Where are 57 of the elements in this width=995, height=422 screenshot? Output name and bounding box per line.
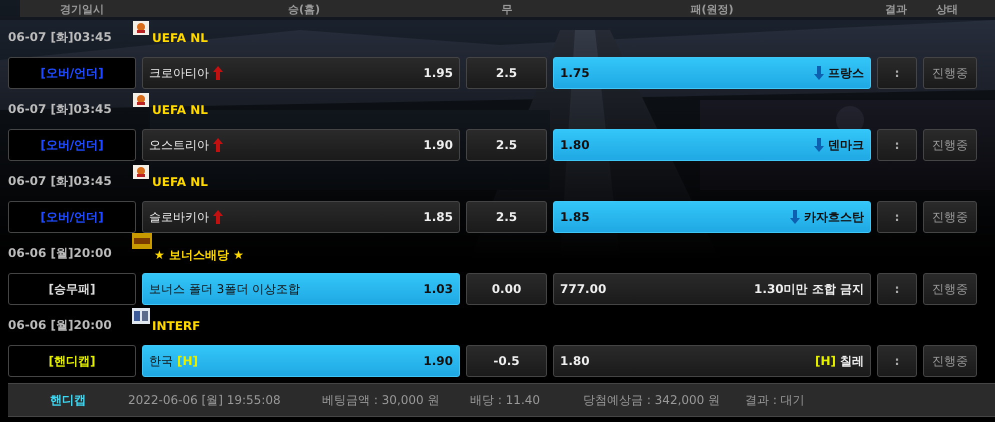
score: : xyxy=(877,129,917,161)
column-header: 결과 xyxy=(884,3,908,17)
column-header: 패(원정) xyxy=(689,3,735,17)
score: : xyxy=(877,57,917,89)
column-header: 승(홈) xyxy=(286,3,322,17)
draw-button[interactable]: 0.00 xyxy=(466,273,547,305)
away-odds-button[interactable]: 777.00 1.30미만 조합 금지 xyxy=(553,273,871,305)
status-label: 진행중 xyxy=(923,129,977,161)
match-time: 06-07 [화]03:45 xyxy=(8,100,113,118)
match-time: 06-07 [화]03:45 xyxy=(8,172,113,190)
match-time: 06-07 [화]03:45 xyxy=(8,28,113,46)
home-odds-button[interactable]: 보너스 폴더 3폴더 이상조합 1.03 xyxy=(142,273,460,305)
score: : xyxy=(877,345,917,377)
bet-type-label: [오버/언더] xyxy=(40,64,104,82)
draw-button[interactable]: 2.5 xyxy=(466,57,547,89)
away-odds-button[interactable]: 1.85 카자흐스탄 xyxy=(553,201,871,233)
away-odds-button[interactable]: 1.80 [H] 칠레 xyxy=(553,345,871,377)
league-name: INTERF xyxy=(152,319,200,333)
league-name: ★ 보너스배당 ★ xyxy=(154,247,244,264)
status-label: 진행중 xyxy=(923,201,977,233)
home-odds-button[interactable]: 한국 [H] 1.90 xyxy=(142,345,460,377)
draw-button[interactable]: 2.5 xyxy=(466,201,547,233)
bet-type-label: [오버/언더] xyxy=(40,208,104,226)
league-name: UEFA NL xyxy=(152,31,208,45)
summary-expected: 당첨예상금 : 342,000 원 xyxy=(583,392,722,408)
match-time: 06-06 [월]20:00 xyxy=(8,244,113,262)
bonus-icon xyxy=(132,233,152,249)
away-odds-button[interactable]: 1.75 프랑스 xyxy=(553,57,871,89)
home-odds-button[interactable]: 슬로바키아 1.85 xyxy=(142,201,460,233)
away-odds-button[interactable]: 1.80 덴마크 xyxy=(553,129,871,161)
summary-odds: 배당 : 11.40 xyxy=(470,392,542,408)
bet-type-label: [오버/언더] xyxy=(40,136,104,154)
summary-type: 핸디캡 xyxy=(49,392,87,408)
column-header: 경기일시 xyxy=(59,3,105,17)
league-name: UEFA NL xyxy=(152,175,208,189)
summary-amount: 베팅금액 : 30,000 원 xyxy=(322,392,440,408)
summary-result: 결과 : 대기 xyxy=(745,392,806,408)
summary-time: 2022-06-06 [월] 19:55:08 xyxy=(128,392,282,408)
match-time: 06-06 [월]20:00 xyxy=(8,316,113,334)
column-header: 무 xyxy=(500,3,514,17)
draw-button[interactable]: 2.5 xyxy=(466,129,547,161)
column-header: 상태 xyxy=(935,3,959,17)
bet-type-label: [승무패] xyxy=(48,280,96,298)
score: : xyxy=(877,273,917,305)
bet-type-label: [핸디캡] xyxy=(48,352,96,370)
draw-button[interactable]: -0.5 xyxy=(466,345,547,377)
score: : xyxy=(877,201,917,233)
status-label: 진행중 xyxy=(923,273,977,305)
team-icon xyxy=(132,308,150,324)
status-label: 진행중 xyxy=(923,57,977,89)
flag-icon xyxy=(132,92,150,108)
flag-icon xyxy=(132,164,150,180)
flag-icon xyxy=(132,20,150,36)
home-odds-button[interactable]: 크로아티아 1.95 xyxy=(142,57,460,89)
league-name: UEFA NL xyxy=(152,103,208,117)
status-label: 진행중 xyxy=(923,345,977,377)
home-odds-button[interactable]: 오스트리아 1.90 xyxy=(142,129,460,161)
